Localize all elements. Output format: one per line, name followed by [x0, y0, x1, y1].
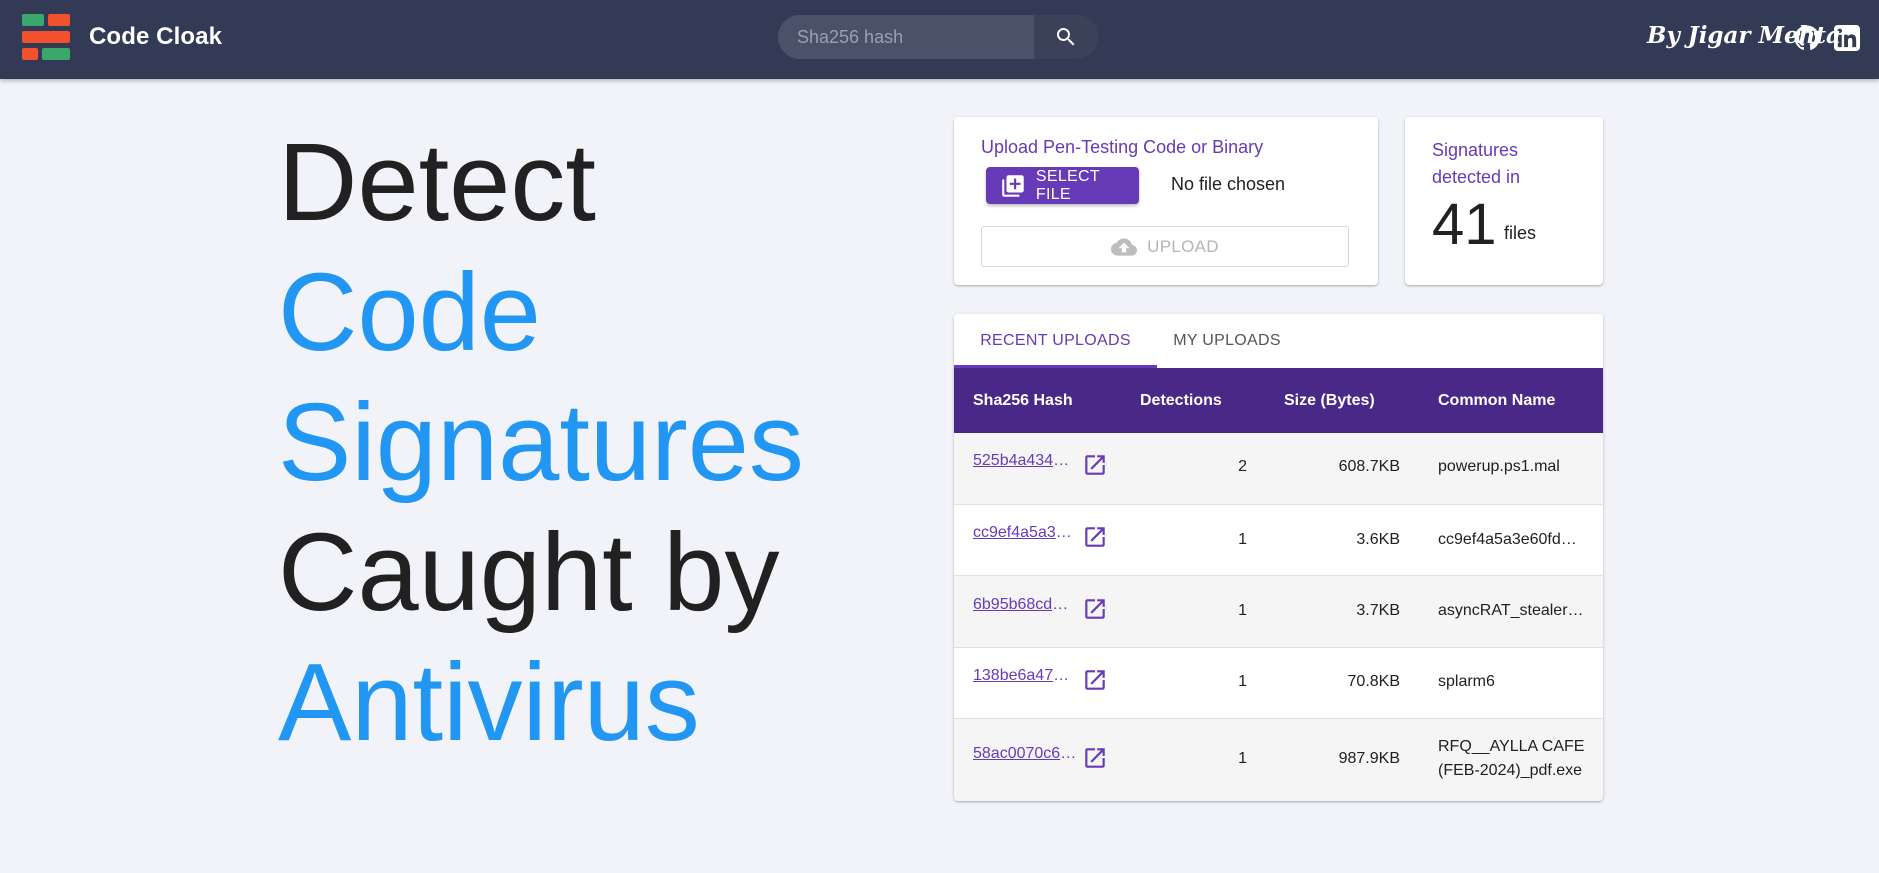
stats-count: 41 — [1432, 192, 1497, 257]
common-name-value: powerup.ps1.mal — [1438, 458, 1560, 475]
select-file-button[interactable]: SELECT FILE — [986, 167, 1139, 204]
file-status-text: No file chosen — [1171, 174, 1286, 194]
upload-button[interactable]: UPLOAD — [981, 226, 1349, 267]
table-row: 138be6a47a… 1 70.8KB splarm6 — [954, 648, 1603, 719]
uploads-tabs: RECENT UPLOADS MY UPLOADS — [954, 314, 1603, 368]
upload-label: UPLOAD — [1147, 236, 1219, 256]
upload-card: Upload Pen-Testing Code or Binary SELECT… — [954, 117, 1378, 285]
uploads-table-card: RECENT UPLOADS MY UPLOADS Sha256 Hash De… — [954, 314, 1603, 801]
size-value: 70.8KB — [1347, 673, 1400, 690]
top-navbar: Code Cloak By Jigar Mehta — [0, 0, 1879, 79]
stats-card: Signatures detected in 41 files — [1405, 117, 1603, 285]
detections-value: 1 — [1238, 673, 1247, 690]
search-bar — [778, 15, 1098, 59]
search-input[interactable] — [778, 15, 1034, 59]
size-value: 987.9KB — [1338, 750, 1400, 767]
cloud-upload-icon — [1111, 237, 1138, 256]
size-value: 3.6KB — [1356, 531, 1400, 548]
common-name-value: splarm6 — [1438, 673, 1495, 690]
hash-link[interactable]: 6b95b68cd0… — [973, 596, 1077, 614]
column-header-common-name[interactable]: Common Name — [1438, 368, 1555, 433]
hash-link[interactable]: cc9ef4a5a3e… — [973, 524, 1077, 542]
hash-link[interactable]: 58ac0070c6f… — [973, 745, 1077, 763]
github-icon[interactable] — [1794, 25, 1820, 51]
table-header: Sha256 Hash Detections Size (Bytes) Comm… — [954, 368, 1603, 433]
stats-unit: files — [1504, 223, 1537, 243]
column-header-hash[interactable]: Sha256 Hash — [973, 368, 1073, 433]
common-name-value: asyncRAT_stealer… — [1438, 602, 1584, 619]
linkedin-icon[interactable] — [1834, 25, 1860, 51]
tab-recent-uploads[interactable]: RECENT UPLOADS — [954, 314, 1157, 368]
open-in-new-icon[interactable] — [1082, 452, 1108, 478]
brick-logo-icon[interactable] — [22, 14, 70, 60]
hash-link[interactable]: 525b4a434c… — [973, 452, 1077, 470]
column-header-detections[interactable]: Detections — [1140, 368, 1222, 433]
common-name-value: cc9ef4a5a3e60fd… — [1438, 531, 1577, 548]
column-header-size[interactable]: Size (Bytes) — [1284, 368, 1375, 433]
open-in-new-icon[interactable] — [1082, 667, 1108, 693]
common-name-value: RFQ__AYLLA CAFE (FEB-2024)_pdf.exe — [1438, 738, 1585, 779]
open-in-new-icon[interactable] — [1082, 524, 1108, 550]
hero-line-caught-by: Caught by — [278, 511, 780, 634]
select-file-label: SELECT FILE — [1035, 167, 1100, 203]
tab-my-uploads[interactable]: MY UPLOADS — [1157, 314, 1297, 368]
hero-line-detect: Detect — [278, 121, 596, 244]
size-value: 608.7KB — [1338, 458, 1400, 475]
hero-line-antivirus: Antivirus — [278, 641, 700, 764]
search-icon — [1057, 28, 1075, 46]
brand-title[interactable]: Code Cloak — [89, 23, 222, 51]
hash-link[interactable]: 138be6a47a… — [973, 667, 1077, 685]
add-box-icon — [1002, 174, 1024, 197]
size-value: 3.7KB — [1356, 602, 1400, 619]
table-row: 525b4a434c… 2 608.7KB powerup.ps1.mal — [954, 433, 1603, 505]
detections-value: 1 — [1238, 750, 1247, 767]
table-row: 58ac0070c6f… 1 987.9KB RFQ__AYLLA CAFE (… — [954, 719, 1603, 801]
open-in-new-icon[interactable] — [1082, 596, 1108, 622]
hero-line-code: Code — [278, 251, 541, 374]
open-in-new-icon[interactable] — [1082, 745, 1108, 771]
stats-label: Signatures detected in — [1432, 140, 1521, 187]
search-button[interactable] — [1034, 15, 1098, 59]
table-row: cc9ef4a5a3e… 1 3.6KB cc9ef4a5a3e60fd… — [954, 505, 1603, 576]
detections-value: 1 — [1238, 602, 1247, 619]
hero-heading: Detect Code Signatures Caught by Antivir… — [278, 118, 804, 768]
upload-card-title: Upload Pen-Testing Code or Binary — [981, 137, 1264, 157]
detections-value: 1 — [1238, 531, 1247, 548]
table-row: 6b95b68cd0… 1 3.7KB asyncRAT_stealer… — [954, 576, 1603, 648]
detections-value: 2 — [1238, 458, 1247, 475]
hero-line-signatures: Signatures — [278, 381, 804, 504]
